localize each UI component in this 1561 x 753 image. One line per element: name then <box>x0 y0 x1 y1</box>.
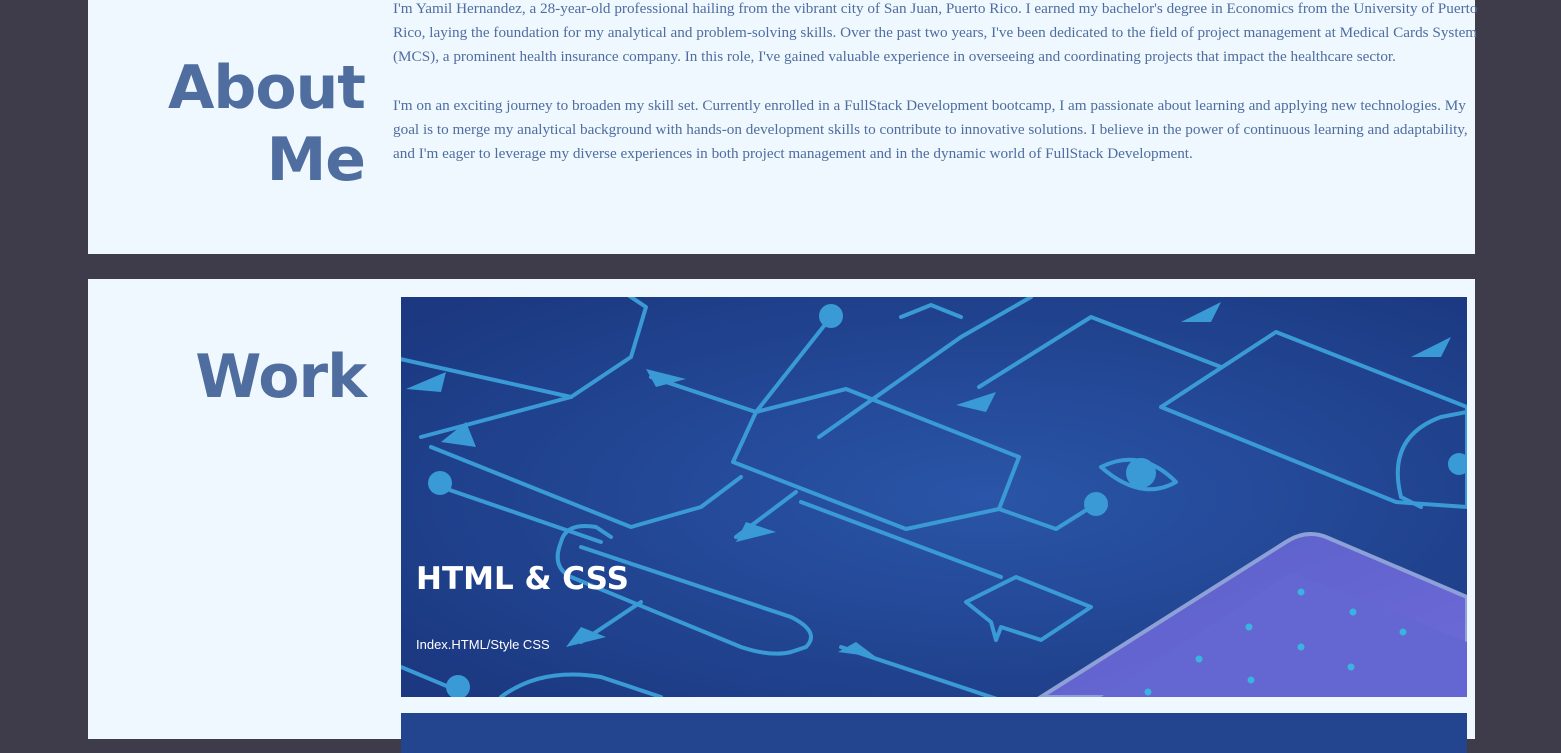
work-heading: Work <box>195 342 367 412</box>
project-title: HTML & CSS <box>416 561 629 597</box>
project-subtitle: Index.HTML/Style CSS <box>416 637 550 652</box>
about-heading-line1: About <box>167 53 366 123</box>
about-section: About Me I'm Yamil Hernandez, a 28-year-… <box>88 0 1477 254</box>
about-heading-line2: Me <box>266 125 366 195</box>
about-heading: About Me <box>105 52 366 196</box>
project-card-next[interactable] <box>401 713 1467 753</box>
work-section: Work HTML & CSS Index.HTML/Style CSS <box>88 279 1475 753</box>
about-paragraph-1: I'm Yamil Hernandez, a 28-year-old profe… <box>393 0 1478 65</box>
circuit-background-image <box>401 297 1467 697</box>
about-text: I'm Yamil Hernandez, a 28-year-old profe… <box>393 0 1483 191</box>
project-card-html-css[interactable]: HTML & CSS Index.HTML/Style CSS <box>401 297 1467 697</box>
about-paragraph-2: I'm on an exciting journey to broaden my… <box>393 97 1468 162</box>
